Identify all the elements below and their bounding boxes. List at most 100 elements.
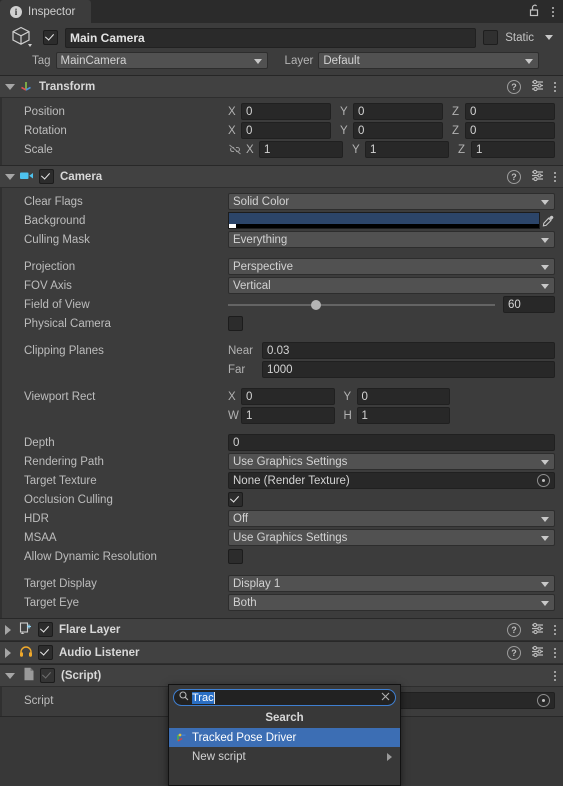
fov-axis-dropdown[interactable]: Vertical [228, 277, 555, 294]
depth-input[interactable]: 0 [228, 434, 555, 451]
position-z-input[interactable]: 0 [465, 103, 555, 120]
rendering-path-dropdown[interactable]: Use Graphics Settings [228, 453, 555, 470]
target-display-dropdown[interactable]: Display 1 [228, 575, 555, 592]
chevron-down-icon [541, 459, 549, 465]
preset-settings-icon[interactable] [531, 622, 544, 638]
background-alpha-bar [229, 224, 539, 228]
component-transform-header[interactable]: Transform ? [0, 76, 563, 98]
clipping-near-input[interactable]: 0.03 [262, 342, 555, 359]
projection-dropdown[interactable]: Perspective [228, 258, 555, 275]
gameobject-name-input[interactable]: Main Camera [65, 27, 477, 48]
clipping-far-input[interactable]: 1000 [262, 361, 555, 378]
field-of-view-input[interactable]: 60 [503, 296, 555, 313]
scale-y-input[interactable]: 1 [365, 141, 449, 158]
foldout-arrow-icon[interactable] [5, 83, 15, 90]
padlock-unlocked-icon[interactable] [529, 4, 541, 20]
script-file-icon [23, 667, 35, 684]
scale-x-input[interactable]: 1 [259, 141, 343, 158]
row-position: Position X 0 Y 0 Z 0 [0, 102, 555, 121]
tag-value: MainCamera [60, 54, 127, 67]
near-label: Near [228, 344, 253, 357]
axis-y-label: Y [340, 124, 348, 137]
foldout-arrow-icon[interactable] [5, 173, 15, 180]
object-picker-icon[interactable] [537, 694, 550, 707]
rotation-z-input[interactable]: 0 [465, 122, 555, 139]
msaa-dropdown[interactable]: Use Graphics Settings [228, 529, 555, 546]
rendering-path-value: Use Graphics Settings [233, 455, 348, 468]
foldout-arrow-icon[interactable] [5, 672, 15, 679]
row-target-display: Target Display Display 1 [0, 574, 555, 593]
slider-handle[interactable] [311, 299, 322, 310]
flare-layer-enabled-checkbox[interactable] [38, 622, 53, 637]
kebab-menu-icon[interactable] [552, 6, 554, 17]
chevron-down-icon [525, 58, 534, 64]
script-enabled-checkbox[interactable] [40, 668, 55, 683]
foldout-arrow-icon[interactable] [5, 624, 11, 635]
viewport-y-input[interactable]: 0 [356, 388, 450, 405]
component-audio-listener: Audio Listener ? [0, 642, 563, 665]
scale-z-input[interactable]: 1 [471, 141, 555, 158]
gameobject-enabled-checkbox[interactable] [43, 30, 58, 45]
kebab-menu-icon[interactable] [554, 670, 556, 681]
kebab-menu-icon[interactable] [554, 624, 556, 635]
constrain-proportions-off-icon[interactable] [228, 144, 246, 155]
occlusion-culling-checkbox[interactable] [228, 492, 243, 507]
camera-icon [19, 169, 34, 185]
target-texture-object-field[interactable]: None (Render Texture) [228, 472, 555, 489]
target-eye-dropdown[interactable]: Both [228, 594, 555, 611]
viewport-w-input[interactable]: 1 [241, 407, 335, 424]
cube-icon[interactable] [10, 25, 36, 51]
component-flare-layer-header[interactable]: Flare Layer ? [0, 619, 563, 641]
help-icon[interactable]: ? [507, 645, 521, 660]
search-input[interactable]: Trac [192, 691, 215, 704]
row-clipping-far: Far 1000 [0, 360, 555, 379]
allow-dynamic-resolution-checkbox[interactable] [228, 549, 243, 564]
component-flare-layer: Flare Layer ? [0, 619, 563, 642]
viewport-x-input[interactable]: 0 [241, 388, 335, 405]
hdr-dropdown[interactable]: Off [228, 510, 555, 527]
background-color-swatch[interactable] [228, 212, 540, 229]
layer-dropdown[interactable]: Default [318, 52, 540, 69]
kebab-menu-icon[interactable] [554, 81, 556, 92]
clear-flags-dropdown[interactable]: Solid Color [228, 193, 555, 210]
chevron-down-icon [253, 58, 262, 64]
depth-label: Depth [24, 436, 55, 449]
tab-inspector[interactable]: i Inspector [0, 0, 92, 23]
help-icon[interactable]: ? [507, 169, 521, 184]
tag-dropdown[interactable]: MainCamera [55, 52, 268, 69]
row-depth: Depth 0 [0, 433, 555, 452]
search-result-new-script[interactable]: New script [169, 747, 400, 766]
eyedropper-icon[interactable] [540, 215, 555, 227]
viewport-h-input[interactable]: 1 [356, 407, 450, 424]
preset-settings-icon[interactable] [531, 79, 544, 95]
search-result-tracked-pose-driver[interactable]: Tracked Pose Driver [169, 728, 400, 747]
rotation-x-input[interactable]: 0 [241, 122, 331, 139]
object-picker-icon[interactable] [537, 474, 550, 487]
position-x-input[interactable]: 0 [241, 103, 331, 120]
audio-listener-enabled-checkbox[interactable] [38, 645, 53, 660]
preset-settings-icon[interactable] [531, 169, 544, 185]
axis-y-label: Y [340, 105, 348, 118]
preset-settings-icon[interactable] [531, 645, 544, 661]
search-field[interactable]: Trac [173, 689, 396, 706]
physical-camera-checkbox[interactable] [228, 316, 243, 331]
component-camera-header[interactable]: Camera ? [0, 166, 563, 188]
position-y-input[interactable]: 0 [353, 103, 443, 120]
field-of-view-slider[interactable] [228, 299, 495, 310]
static-checkbox[interactable] [483, 30, 499, 45]
chevron-down-icon [541, 516, 549, 522]
kebab-menu-icon[interactable] [554, 647, 556, 658]
help-icon[interactable]: ? [507, 79, 521, 94]
layer-label: Layer [284, 54, 314, 67]
component-audio-listener-header[interactable]: Audio Listener ? [0, 642, 563, 664]
tab-bar-empty [91, 0, 529, 23]
close-x-icon[interactable] [381, 692, 390, 704]
rotation-y-input[interactable]: 0 [353, 122, 443, 139]
static-dropdown-arrow[interactable] [545, 35, 553, 40]
foldout-arrow-icon[interactable] [5, 647, 11, 658]
camera-enabled-checkbox[interactable] [39, 169, 54, 184]
help-icon[interactable]: ? [507, 622, 521, 637]
culling-mask-dropdown[interactable]: Everything [228, 231, 555, 248]
kebab-menu-icon[interactable] [554, 171, 556, 182]
row-fov-axis: FOV Axis Vertical [0, 276, 555, 295]
